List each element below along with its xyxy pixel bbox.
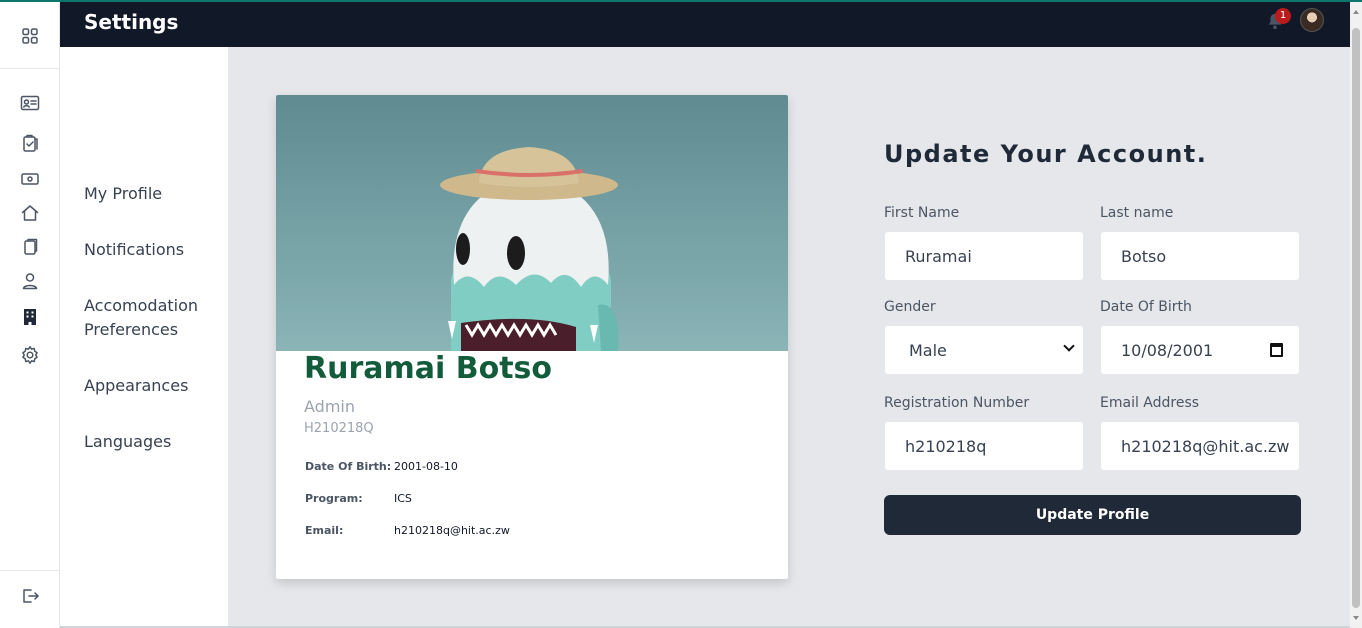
detail-label: Program:: [305, 492, 363, 505]
scroll-up-arrow-icon[interactable]: [1353, 10, 1359, 14]
top-accent-line: [0, 0, 1362, 2]
detail-value: h210218q@hit.ac.zw: [394, 524, 510, 537]
gender-value: Male: [909, 340, 947, 360]
first-name-input[interactable]: Ruramai: [884, 231, 1084, 281]
reg-number-label: Registration Number: [884, 395, 1030, 411]
id-card-icon[interactable]: [19, 92, 41, 114]
email-value: h210218q@hit.ac.zw: [1121, 436, 1290, 456]
profile-card: Ruramai Botso Admin H210218Q Date Of Bir…: [276, 95, 788, 579]
scrollbar[interactable]: [1350, 2, 1362, 628]
detail-value: 2001-08-10: [394, 460, 458, 473]
first-name-label: First Name: [884, 205, 960, 221]
dob-value: 10/08/2001: [1121, 340, 1214, 360]
last-name-value: Botso: [1121, 246, 1167, 266]
last-name-input[interactable]: Botso: [1100, 231, 1300, 281]
menu-item-languages[interactable]: Languages: [84, 430, 224, 454]
scrollbar-thumb[interactable]: [1352, 28, 1360, 608]
menu-item-accomodation-preferences[interactable]: Accomodation Preferences: [84, 294, 224, 342]
menu-item-my-profile[interactable]: My Profile: [84, 182, 224, 206]
settings-menu: My Profile Notifications Accomodation Pr…: [60, 47, 228, 628]
rail-divider: [0, 570, 60, 571]
reg-number-value: h210218q: [905, 436, 987, 456]
detail-label: Email:: [305, 524, 344, 537]
profile-reg-number: H210218Q: [304, 421, 374, 436]
email-label: Email Address: [1100, 395, 1200, 411]
profile-name: Ruramai Botso: [304, 351, 553, 386]
detail-value: ICS: [394, 492, 412, 505]
dob-input[interactable]: 10/08/2001: [1100, 325, 1300, 375]
gender-label: Gender: [884, 299, 936, 315]
notification-badge: 1: [1275, 8, 1291, 24]
email-input[interactable]: h210218q@hit.ac.zw: [1100, 421, 1300, 471]
user-icon[interactable]: [19, 270, 41, 292]
gear-icon[interactable]: [19, 344, 41, 366]
avatar[interactable]: [1300, 8, 1324, 32]
calendar-icon[interactable]: [1270, 343, 1283, 357]
first-name-value: Ruramai: [905, 246, 972, 266]
update-profile-button[interactable]: Update Profile: [884, 495, 1301, 535]
profile-banner-image: [276, 95, 788, 351]
cash-icon[interactable]: [19, 168, 41, 190]
reg-number-input[interactable]: h210218q: [884, 421, 1084, 471]
page-title: Settings: [84, 10, 179, 34]
top-header: Settings 1: [60, 2, 1350, 47]
form-title: Update Your Account.: [884, 140, 1208, 168]
profile-role: Admin: [304, 397, 355, 416]
dob-label: Date Of Birth: [1100, 299, 1192, 315]
last-name-label: Last name: [1100, 205, 1174, 221]
detail-label: Date Of Birth:: [305, 460, 392, 473]
menu-item-notifications[interactable]: Notifications: [84, 238, 224, 262]
grid-icon[interactable]: [19, 25, 41, 47]
logout-icon[interactable]: [19, 585, 41, 607]
icon-rail: [0, 0, 60, 628]
documents-icon[interactable]: [19, 236, 41, 258]
home-icon[interactable]: [19, 202, 41, 224]
clipboard-check-icon[interactable]: [19, 132, 41, 154]
chevron-down-icon: [1063, 340, 1075, 352]
building-icon[interactable]: [19, 306, 41, 328]
gender-select[interactable]: Male: [884, 325, 1084, 375]
scroll-down-arrow-icon[interactable]: [1353, 616, 1359, 620]
rail-divider: [0, 68, 60, 69]
menu-item-appearances[interactable]: Appearances: [84, 374, 224, 398]
